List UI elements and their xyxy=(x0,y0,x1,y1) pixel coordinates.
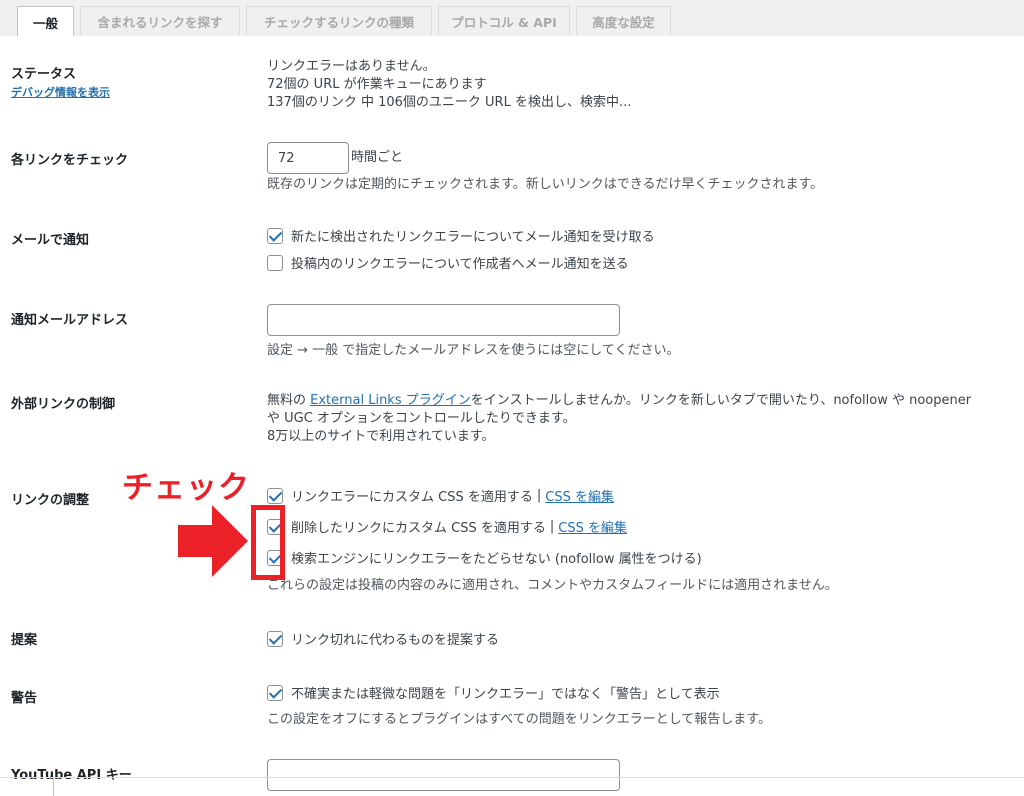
tab-find-links[interactable]: 含まれるリンクを探す xyxy=(80,6,240,35)
edit-css-link-2[interactable]: CSS を編集 xyxy=(558,517,627,536)
tab-protocols-api[interactable]: プロトコル & API xyxy=(438,6,570,35)
removed-css-text: 削除したリンクにカスタム CSS を適用する xyxy=(291,521,546,536)
notify-email-input[interactable] xyxy=(267,304,620,336)
external-line-1: 無料の External Links プラグインをインストールしませんか。リンク… xyxy=(267,392,971,410)
youtube-api-key-input[interactable] xyxy=(267,759,620,791)
warning-label: 警告 xyxy=(11,691,38,706)
notify-new-errors-option[interactable]: 新たに検出されたリンクエラーについてメール通知を受け取る xyxy=(267,226,655,245)
annotation-highlight-box xyxy=(251,505,285,580)
broken-css-checkbox[interactable] xyxy=(267,487,283,504)
notify-authors-checkbox[interactable] xyxy=(267,254,283,271)
notify-address-description: 設定 → 一般 で指定したメールアドレスを使うには空にしてください。 xyxy=(267,343,680,358)
check-interval-unit: 時間ごと xyxy=(351,150,404,165)
status-line-3: 137個のリンク 中 106個のユニーク URL を検出し、検索中... xyxy=(267,95,632,110)
annotation-arrow-icon xyxy=(178,505,248,577)
nofollow-text: 検索エンジンにリンクエラーをたどらせない (nofollow 属性をつける) xyxy=(291,552,702,567)
suggest-option[interactable]: リンク切れに代わるものを提案する xyxy=(267,629,499,648)
footer-divider-tick xyxy=(53,778,54,796)
check-each-description: 既存のリンクは定期的にチェックされます。新しいリンクはできるだけ早くチェックされ… xyxy=(267,177,824,192)
youtube-api-label: YouTube API キー xyxy=(11,768,132,783)
suggest-label: 提案 xyxy=(11,633,38,648)
external-post: をインストールしませんか。リンクを新しいタブで開いたり、nofollow や n… xyxy=(470,393,972,408)
suggest-checkbox[interactable] xyxy=(267,630,283,647)
status-line-2: 72個の URL が作業キューにあります xyxy=(267,77,487,92)
tab-advanced[interactable]: 高度な設定 xyxy=(576,6,671,35)
tab-general[interactable]: 一般 xyxy=(17,6,74,37)
nofollow-option[interactable]: 検索エンジンにリンクエラーをたどらせない (nofollow 属性をつける) xyxy=(267,548,702,567)
edit-css-link-1[interactable]: CSS を編集 xyxy=(545,486,614,505)
check-interval-input[interactable]: 72 xyxy=(267,142,349,174)
notify-address-label: 通知メールアドレス xyxy=(11,313,129,328)
warning-checkbox[interactable] xyxy=(267,684,283,701)
external-line-2: や UGC オプションをコントロールしたりできます。 xyxy=(267,411,576,426)
external-line-3: 8万以上のサイトで利用されています。 xyxy=(267,429,495,444)
broken-css-option[interactable]: リンクエラーにカスタム CSS を適用する | CSS を編集 xyxy=(267,486,614,505)
debug-info-link[interactable]: デバッグ情報を表示 xyxy=(11,84,110,100)
status-label: ステータス xyxy=(11,67,77,82)
separator: | xyxy=(536,488,542,503)
status-heading: ステータス デバッグ情報を表示 xyxy=(11,63,110,100)
external-pre: 無料の xyxy=(267,393,311,408)
link-tweaks-label: リンクの調整 xyxy=(11,493,90,508)
status-text: リンクエラーはありません。 72個の URL が作業キューにあります 137個の… xyxy=(267,58,631,112)
check-each-label: 各リンクをチェック xyxy=(11,153,129,168)
suggest-text: リンク切れに代わるものを提案する xyxy=(291,633,500,648)
separator: | xyxy=(549,519,555,534)
notify-authors-text: 投稿内のリンクエラーについて作成者へメール通知を送る xyxy=(291,257,629,272)
annotation-label: チェック xyxy=(122,470,250,506)
tab-link-types[interactable]: チェックするリンクの種類 xyxy=(246,6,432,35)
warning-description: この設定をオフにするとプラグインはすべての問題をリンクエラーとして報告します。 xyxy=(267,712,772,727)
status-line-1: リンクエラーはありません。 xyxy=(267,59,436,74)
broken-css-text: リンクエラーにカスタム CSS を適用する xyxy=(291,490,533,505)
external-links-label: 外部リンクの制御 xyxy=(11,397,116,412)
notify-authors-option[interactable]: 投稿内のリンクエラーについて作成者へメール通知を送る xyxy=(267,253,629,272)
settings-tabs: 一般 含まれるリンクを探す チェックするリンクの種類 プロトコル & API 高… xyxy=(0,0,1024,37)
removed-css-option[interactable]: 削除したリンクにカスタム CSS を適用する | CSS を編集 xyxy=(267,517,627,536)
notify-new-errors-checkbox[interactable] xyxy=(267,227,283,244)
warning-option[interactable]: 不確実または軽微な問題を「リンクエラー」ではなく「警告」として表示 xyxy=(267,683,720,702)
email-notify-label: メールで通知 xyxy=(11,233,90,248)
footer-divider xyxy=(0,777,1024,778)
external-links-text: 無料の External Links プラグインをインストールしませんか。リンク… xyxy=(267,392,971,446)
link-tweaks-description: これらの設定は投稿の内容のみに適用され、コメントやカスタムフィールドには適用され… xyxy=(267,578,838,593)
external-links-plugin-link[interactable]: External Links プラグイン xyxy=(310,393,471,408)
notify-new-errors-text: 新たに検出されたリンクエラーについてメール通知を受け取る xyxy=(291,230,655,245)
warning-text: 不確実または軽微な問題を「リンクエラー」ではなく「警告」として表示 xyxy=(291,687,720,702)
